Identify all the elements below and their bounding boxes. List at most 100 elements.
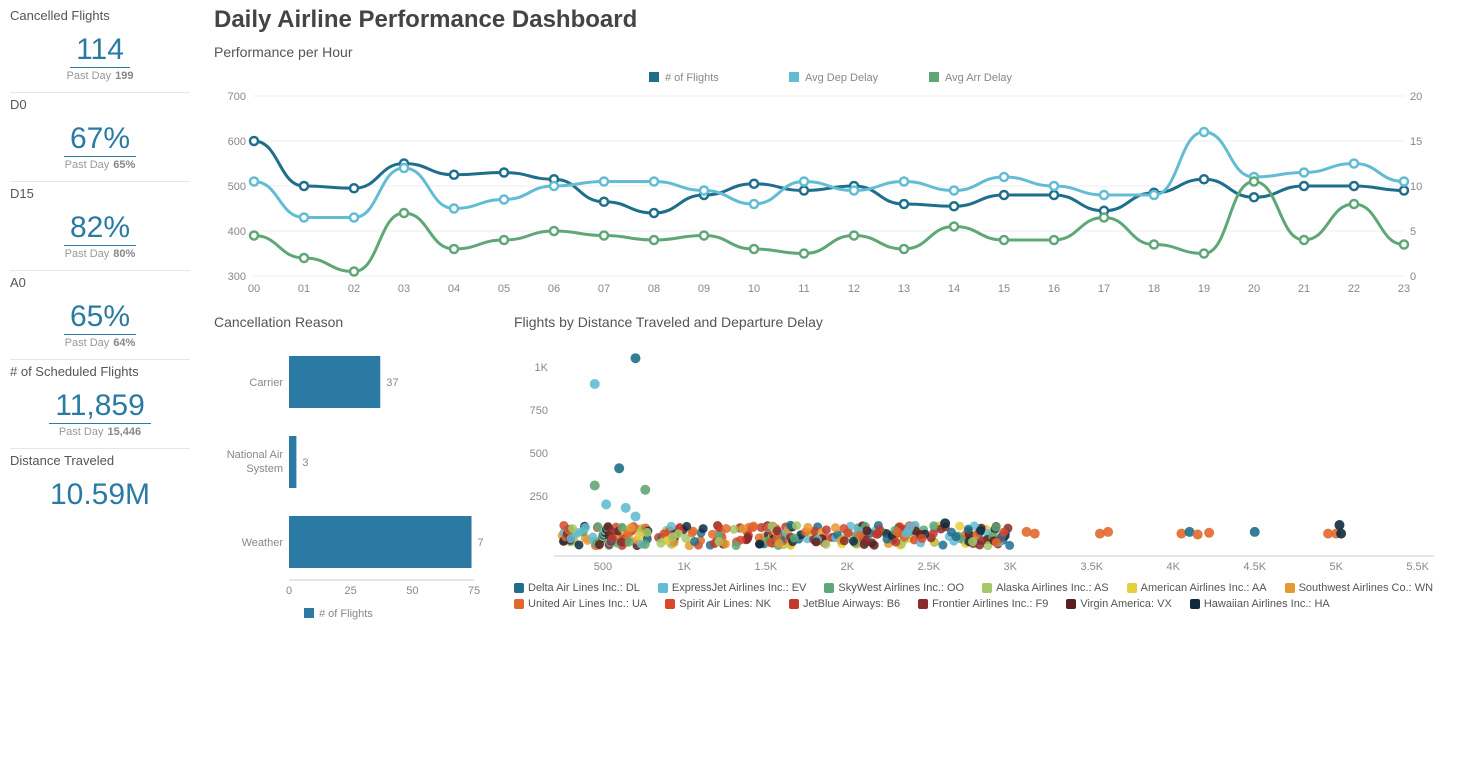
kpi-value: 114 <box>70 33 130 68</box>
kpi-sub: Past Day80% <box>10 248 190 260</box>
svg-text:Avg Arr Delay: Avg Arr Delay <box>945 72 1013 84</box>
legend-item[interactable]: Delta Air Lines Inc.: DL <box>514 582 640 594</box>
svg-text:0: 0 <box>1410 271 1416 283</box>
svg-text:05: 05 <box>498 283 510 295</box>
svg-text:15: 15 <box>1410 136 1422 148</box>
main: Daily Airline Performance Dashboard Perf… <box>200 0 1482 764</box>
svg-text:10: 10 <box>748 283 760 295</box>
svg-text:5: 5 <box>1410 226 1416 238</box>
svg-text:# of Flights: # of Flights <box>665 72 719 84</box>
svg-text:12: 12 <box>848 283 860 295</box>
svg-text:22: 22 <box>1348 283 1360 295</box>
svg-text:Carrier: Carrier <box>249 377 283 389</box>
svg-text:50: 50 <box>406 585 418 597</box>
kpi-value: 67% <box>64 122 136 157</box>
svg-text:02: 02 <box>348 283 360 295</box>
svg-text:600: 600 <box>228 136 246 148</box>
legend-item[interactable]: Spirit Air Lines: NK <box>665 598 771 610</box>
legend-item[interactable]: JetBlue Airways: B6 <box>789 598 900 610</box>
svg-text:01: 01 <box>298 283 310 295</box>
svg-text:04: 04 <box>448 283 460 295</box>
performance-per-hour-chart[interactable]: 3004005006007000510152000010203040506070… <box>214 66 1458 296</box>
kpi-value: 65% <box>64 300 136 335</box>
svg-text:4K: 4K <box>1167 561 1181 573</box>
legend-item[interactable]: SkyWest Airlines Inc.: OO <box>824 582 964 594</box>
svg-text:5.5K: 5.5K <box>1406 561 1429 573</box>
svg-text:20: 20 <box>1410 91 1422 103</box>
cancel-chart-title: Cancellation Reason <box>214 314 484 330</box>
kpi-value: 82% <box>64 211 136 246</box>
svg-text:# of Flights: # of Flights <box>319 608 373 620</box>
svg-text:3K: 3K <box>1004 561 1018 573</box>
svg-text:System: System <box>246 463 283 475</box>
kpi-label: Distance Traveled <box>10 453 190 468</box>
svg-text:3.5K: 3.5K <box>1080 561 1103 573</box>
svg-text:1K: 1K <box>678 561 692 573</box>
kpi-cancelled-flights[interactable]: Cancelled Flights114Past Day199 <box>10 4 190 93</box>
svg-text:1.5K: 1.5K <box>755 561 778 573</box>
svg-text:4.5K: 4.5K <box>1243 561 1266 573</box>
kpi-value: 10.59M <box>44 478 156 512</box>
legend-item[interactable]: Virgin America: VX <box>1066 598 1172 610</box>
svg-text:08: 08 <box>648 283 660 295</box>
kpi-label: A0 <box>10 275 190 290</box>
kpi-label: # of Scheduled Flights <box>10 364 190 379</box>
legend-item[interactable]: Southwest Airlines Co.: WN <box>1285 582 1434 594</box>
svg-text:15: 15 <box>998 283 1010 295</box>
scatter-legend[interactable]: Delta Air Lines Inc.: DL ExpressJet Airli… <box>514 582 1458 610</box>
svg-text:500: 500 <box>594 561 612 573</box>
cancellation-reason-chart[interactable]: Carrier37National AirSystem3Weather74025… <box>214 336 484 616</box>
svg-text:Weather: Weather <box>242 537 284 549</box>
svg-text:0: 0 <box>286 585 292 597</box>
legend-item[interactable]: Alaska Airlines Inc.: AS <box>982 582 1109 594</box>
svg-text:National Air: National Air <box>227 449 284 461</box>
legend-item[interactable]: United Air Lines Inc.: UA <box>514 598 647 610</box>
scatter-chart-title: Flights by Distance Traveled and Departu… <box>514 314 1458 330</box>
svg-text:3: 3 <box>302 457 308 469</box>
kpi-label: Cancelled Flights <box>10 8 190 23</box>
legend-item[interactable]: American Airlines Inc.: AA <box>1127 582 1267 594</box>
svg-text:06: 06 <box>548 283 560 295</box>
svg-text:11: 11 <box>798 283 809 295</box>
svg-text:400: 400 <box>228 226 246 238</box>
svg-text:20: 20 <box>1248 283 1260 295</box>
svg-text:500: 500 <box>530 448 548 460</box>
svg-text:17: 17 <box>1098 283 1110 295</box>
svg-text:16: 16 <box>1048 283 1060 295</box>
kpi-a0[interactable]: A0 65% Past Day64% <box>10 271 190 360</box>
svg-text:00: 00 <box>248 283 260 295</box>
page-title: Daily Airline Performance Dashboard <box>214 6 1458 34</box>
kpi-label: D15 <box>10 186 190 201</box>
svg-text:09: 09 <box>698 283 710 295</box>
kpi-sub: Past Day64% <box>10 337 190 349</box>
kpi-distance-traveled[interactable]: Distance Traveled 10.59M <box>10 449 190 522</box>
kpi-sub: Past Day15,446 <box>10 426 190 438</box>
legend-item[interactable]: Hawaiian Airlines Inc.: HA <box>1190 598 1330 610</box>
sidebar: Cancelled Flights114Past Day199D067%Past… <box>0 0 200 764</box>
svg-text:2.5K: 2.5K <box>917 561 940 573</box>
legend-item[interactable]: Frontier Airlines Inc.: F9 <box>918 598 1048 610</box>
svg-text:750: 750 <box>530 405 548 417</box>
svg-text:21: 21 <box>1298 283 1310 295</box>
svg-text:700: 700 <box>228 91 246 103</box>
svg-text:500: 500 <box>228 181 246 193</box>
svg-text:300: 300 <box>228 271 246 283</box>
svg-text:10: 10 <box>1410 181 1422 193</box>
svg-text:250: 250 <box>530 491 548 503</box>
kpi-d0[interactable]: D067%Past Day65% <box>10 93 190 182</box>
kpi-d15[interactable]: D15 82% Past Day80% <box>10 182 190 271</box>
svg-text:5K: 5K <box>1329 561 1343 573</box>
svg-text:18: 18 <box>1148 283 1160 295</box>
kpi--of-scheduled-flights[interactable]: # of Scheduled Flights11,859Past Day15,4… <box>10 360 190 449</box>
svg-text:07: 07 <box>598 283 610 295</box>
perf-chart-title: Performance per Hour <box>214 44 1458 60</box>
svg-text:23: 23 <box>1398 283 1410 295</box>
kpi-label: D0 <box>10 97 190 112</box>
svg-text:14: 14 <box>948 283 960 295</box>
svg-text:75: 75 <box>468 585 480 597</box>
scatter-chart[interactable]: 2505007501K5001K1.5K2K2.5K3K3.5K4K4.5K5K… <box>514 336 1458 576</box>
svg-text:Avg Dep Delay: Avg Dep Delay <box>805 72 879 84</box>
svg-text:25: 25 <box>345 585 357 597</box>
legend-item[interactable]: ExpressJet Airlines Inc.: EV <box>658 582 807 594</box>
svg-text:03: 03 <box>398 283 410 295</box>
